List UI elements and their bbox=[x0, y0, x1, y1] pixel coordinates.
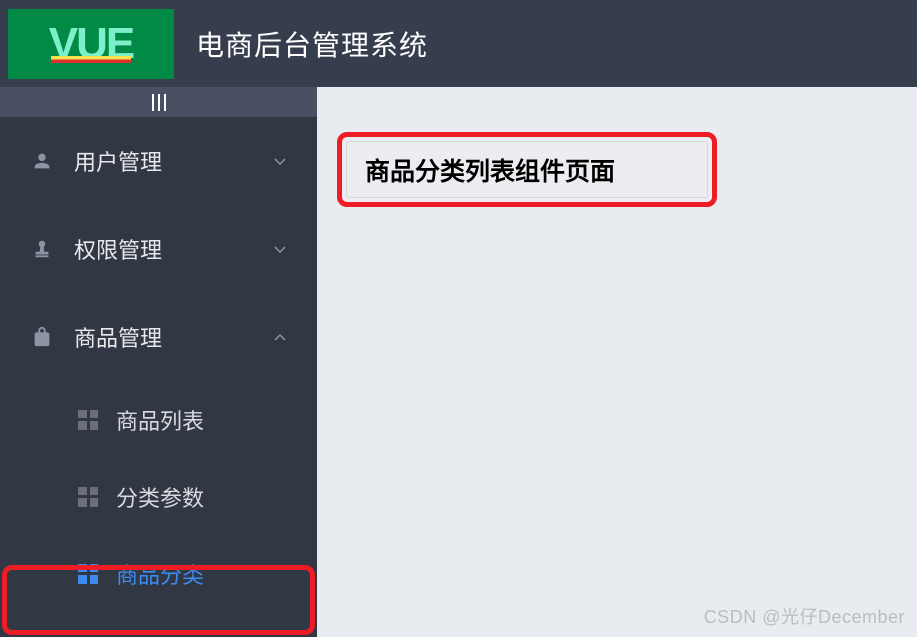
submenu-label: 商品分类 bbox=[116, 558, 204, 590]
sidebar-item-user-management[interactable]: 用户管理 bbox=[0, 117, 317, 205]
sidebar-collapse-toggle[interactable] bbox=[0, 87, 317, 117]
main-content: 商品分类列表组件页面 CSDN @光仔December bbox=[317, 87, 917, 637]
sidebar-item-permission-management[interactable]: 权限管理 bbox=[0, 205, 317, 293]
menu-label: 权限管理 bbox=[74, 233, 273, 265]
watermark-text: CSDN @光仔December bbox=[704, 603, 905, 629]
submenu-label: 商品列表 bbox=[116, 404, 204, 436]
content-card: 商品分类列表组件页面 bbox=[346, 141, 708, 198]
submenu-item-category-params[interactable]: 分类参数 bbox=[0, 458, 317, 535]
user-icon bbox=[30, 149, 54, 173]
submenu-item-product-category[interactable]: 商品分类 bbox=[0, 535, 317, 612]
stamp-icon bbox=[30, 237, 54, 261]
submenu-label: 分类参数 bbox=[116, 481, 204, 513]
submenu-item-product-list[interactable]: 商品列表 bbox=[0, 381, 317, 458]
shopping-bag-icon bbox=[30, 325, 54, 349]
annotation-highlight-content: 商品分类列表组件页面 bbox=[337, 132, 717, 207]
grid-icon bbox=[78, 564, 98, 584]
grid-icon bbox=[78, 487, 98, 507]
grid-icon bbox=[78, 410, 98, 430]
page-title: 商品分类列表组件页面 bbox=[365, 152, 615, 188]
sidebar: 用户管理 权限管理 商品管理 bbox=[0, 87, 317, 637]
collapse-icon bbox=[152, 94, 166, 111]
chevron-down-icon bbox=[273, 242, 287, 256]
menu-label: 用户管理 bbox=[74, 145, 273, 177]
logo-text: VUE bbox=[49, 19, 133, 69]
app-logo: VUE bbox=[8, 9, 174, 79]
chevron-down-icon bbox=[273, 154, 287, 168]
sidebar-item-product-management[interactable]: 商品管理 bbox=[0, 293, 317, 381]
app-title: 电商后台管理系统 bbox=[196, 24, 428, 64]
app-header: VUE 电商后台管理系统 bbox=[0, 0, 917, 87]
menu-label: 商品管理 bbox=[74, 321, 273, 353]
chevron-up-icon bbox=[273, 330, 287, 344]
